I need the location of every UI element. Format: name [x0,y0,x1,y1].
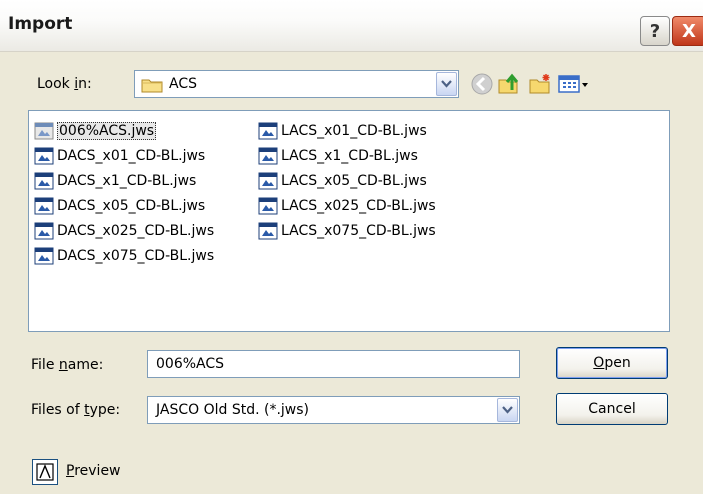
jws-file-icon [258,197,278,215]
file-item[interactable]: 006%ACS.jws [34,119,157,143]
jws-file-icon [258,172,278,190]
chevron-down-icon [502,406,513,414]
folder-icon [141,79,163,93]
view-menu-icon[interactable] [557,72,591,96]
file-item[interactable]: LACS_x05_CD-BL.jws [258,169,427,193]
look-in-dropdown-button[interactable] [436,72,457,96]
preview-toggle[interactable] [32,459,58,485]
jws-file-icon [258,122,278,140]
file-item[interactable]: DACS_x05_CD-BL.jws [34,194,205,218]
jws-file-icon [34,147,54,165]
jws-file-icon [34,222,54,240]
file-item[interactable]: LACS_x1_CD-BL.jws [258,144,418,168]
cancel-button[interactable]: Cancel [556,393,668,425]
chevron-down-icon [441,80,452,88]
file-type-dropdown-button[interactable] [497,398,518,422]
file-list[interactable]: 006%ACS.jws DACS_x01_CD-BL.jws DACS_x1_C… [28,110,670,332]
file-type-combo[interactable]: JASCO Old Std. (*.jws) [147,396,520,424]
jws-file-icon [258,222,278,240]
file-item[interactable]: LACS_x075_CD-BL.jws [258,219,436,243]
help-icon: ? [649,20,661,42]
file-name-input[interactable] [147,350,520,378]
jws-file-icon [34,197,54,215]
preview-icon [36,463,54,481]
close-button[interactable]: X [672,16,703,46]
file-item[interactable]: DACS_x01_CD-BL.jws [34,144,205,168]
open-button[interactable]: Open [556,347,668,379]
up-folder-icon[interactable] [497,72,521,96]
help-button[interactable]: ? [640,16,670,46]
file-type-label: Files of type: [31,402,121,418]
file-item[interactable]: LACS_x025_CD-BL.jws [258,194,436,218]
title-bar[interactable]: Import ? X [0,0,703,52]
jws-file-icon [34,172,54,190]
close-icon: X [682,20,696,42]
jws-file-icon [34,247,54,265]
file-item[interactable]: DACS_x1_CD-BL.jws [34,169,196,193]
file-item[interactable]: DACS_x025_CD-BL.jws [34,219,214,243]
dialog-title: Import [8,14,73,34]
look-in-combo[interactable]: ACS [134,70,459,98]
jws-file-icon [34,122,54,140]
file-name-label: File name: [31,357,104,373]
new-folder-icon[interactable] [528,72,552,96]
import-dialog: Import ? X Look in: ACS 006%ACS.jws DACS… [0,0,703,494]
look-in-label: Look in: [37,76,92,92]
preview-label[interactable]: Preview [66,463,121,479]
back-icon[interactable] [470,72,494,96]
file-type-value: JASCO Old Std. (*.jws) [156,402,310,418]
look-in-value: ACS [169,76,197,92]
file-item[interactable]: DACS_x075_CD-BL.jws [34,244,214,268]
file-item[interactable]: LACS_x01_CD-BL.jws [258,119,427,143]
jws-file-icon [258,147,278,165]
